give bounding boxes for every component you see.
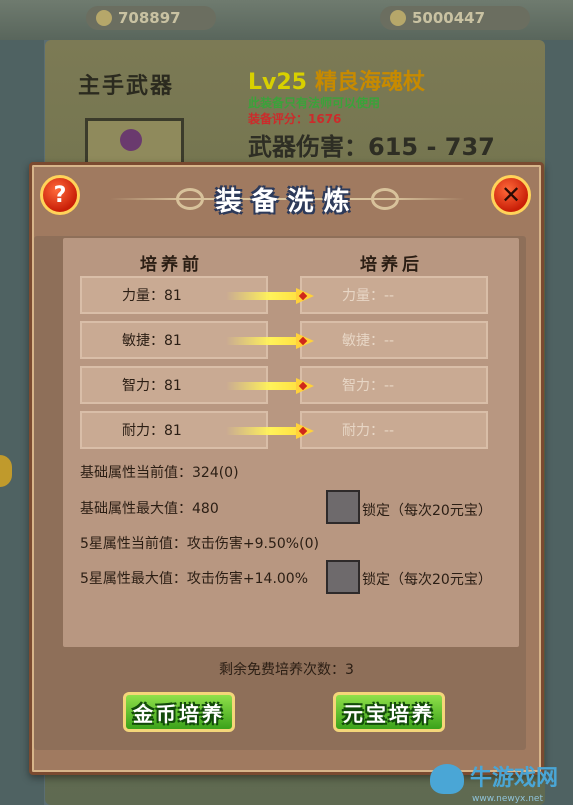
- base-current-value: 基础属性当前值：324(0): [80, 465, 239, 481]
- after-header: 培养后: [360, 255, 423, 275]
- arrow-icon: [226, 423, 320, 439]
- silver-coin-icon: [96, 10, 112, 26]
- item-level: Lv25: [248, 70, 307, 95]
- gold-coin-icon: [390, 10, 406, 26]
- lock-base-checkbox[interactable]: [326, 490, 360, 524]
- gold-amount: 5000447: [412, 9, 486, 27]
- item-class-note: 此装备只有法师可以使用: [248, 96, 381, 110]
- cow-logo-icon: [430, 764, 464, 794]
- lock-star-checkbox[interactable]: [326, 560, 360, 594]
- title-ornament-right: [371, 188, 399, 210]
- item-score: 装备评分：1676: [248, 112, 342, 126]
- gold-display: 5000447: [380, 6, 530, 30]
- title-ornament-left: [176, 188, 204, 210]
- arrow-icon: [226, 288, 320, 304]
- attr-after-stamina: 耐力：--: [300, 411, 488, 449]
- help-button[interactable]: ?: [40, 175, 80, 215]
- dialog-title: 装备洗炼: [215, 186, 360, 217]
- attr-after-intellect: 智力：--: [300, 366, 488, 404]
- before-header: 培养前: [140, 255, 203, 275]
- watermark-text: 牛游戏网: [470, 766, 559, 791]
- site-watermark: 牛游戏网 www.newyx.net: [430, 760, 558, 804]
- close-button[interactable]: ✕: [491, 175, 531, 215]
- arrow-icon: [226, 378, 320, 394]
- arrow-icon: [226, 333, 320, 349]
- star-current-value: 5星属性当前值：攻击伤害+9.50%(0): [80, 536, 319, 552]
- attr-after-strength: 力量：--: [300, 276, 488, 314]
- weapon-slot-label: 主手武器: [78, 74, 175, 99]
- base-max-value: 基础属性最大值：480: [80, 501, 219, 517]
- silver-amount: 708897: [118, 9, 181, 27]
- close-icon: ✕: [500, 181, 522, 209]
- question-icon: ?: [53, 182, 67, 208]
- remaining-free-count: 剩余免费培养次数：3: [219, 662, 354, 678]
- lock-star-label: 锁定（每次20元宝）: [362, 572, 492, 588]
- item-damage: 武器伤害：615 - 737: [248, 133, 495, 161]
- attr-after-agility: 敏捷：--: [300, 321, 488, 359]
- dialog-title-bar: 装备洗炼: [110, 178, 465, 220]
- silver-display: 708897: [86, 6, 216, 30]
- yuanbao-train-button[interactable]: 元宝培养: [333, 692, 445, 732]
- item-name: 精良海魂杖: [314, 70, 425, 95]
- watermark-url: www.newyx.net: [472, 794, 544, 804]
- gold-train-button[interactable]: 金币培养: [123, 692, 235, 732]
- lock-base-label: 锁定（每次20元宝）: [362, 503, 492, 519]
- star-max-value: 5星属性最大值：攻击伤害+14.00%: [80, 571, 309, 587]
- item-title: Lv25 精良海魂杖: [248, 64, 425, 96]
